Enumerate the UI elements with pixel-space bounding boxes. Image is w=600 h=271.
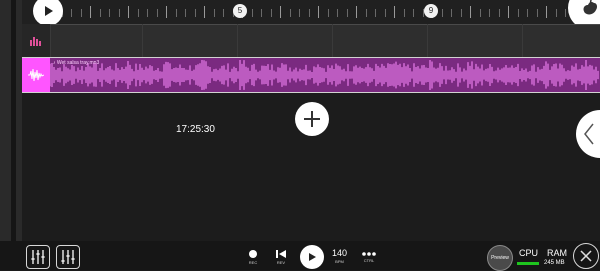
ruler-tick bbox=[365, 9, 367, 17]
ruler-tick bbox=[308, 9, 310, 17]
ruler-tick bbox=[118, 9, 120, 17]
track-row-1[interactable] bbox=[22, 24, 600, 57]
bpm-control[interactable]: 140 BPM bbox=[332, 248, 347, 264]
record-label: REC bbox=[248, 260, 258, 265]
ram-label: RAM bbox=[547, 248, 567, 258]
ruler-tick bbox=[460, 9, 462, 17]
track-grid-line bbox=[332, 24, 333, 57]
track-1-header[interactable] bbox=[22, 24, 51, 57]
ruler-tick bbox=[109, 9, 110, 17]
ruler-tick bbox=[213, 9, 215, 17]
ruler-tick bbox=[555, 9, 557, 17]
cpu-label: CPU bbox=[519, 248, 539, 258]
ruler-tick bbox=[270, 9, 272, 17]
close-icon bbox=[580, 250, 592, 262]
track-grid-line bbox=[142, 24, 143, 57]
plus-icon bbox=[304, 111, 320, 127]
ruler-tick bbox=[451, 9, 452, 17]
piano-icon bbox=[61, 250, 75, 264]
time-clock: 17:25:30 bbox=[176, 124, 215, 135]
ruler-tick bbox=[403, 9, 405, 17]
ruler-tick bbox=[137, 9, 139, 17]
dots-icon bbox=[362, 252, 376, 256]
fruit-logo-icon bbox=[583, 0, 598, 15]
mixer-icon bbox=[31, 250, 45, 264]
ruler-tick bbox=[375, 9, 376, 17]
play-icon bbox=[45, 6, 53, 16]
ruler-tick bbox=[384, 9, 386, 17]
track-row-audio[interactable]: ♪ Wet salsa tray.mp3 bbox=[22, 57, 600, 93]
ruler-tick bbox=[299, 9, 300, 17]
ruler-tick bbox=[394, 6, 395, 18]
ruler-tick bbox=[251, 9, 253, 17]
waveform-icon bbox=[28, 68, 44, 82]
close-button[interactable] bbox=[573, 243, 599, 269]
ruler-tick bbox=[536, 9, 538, 17]
cpu-meter-bar bbox=[517, 262, 539, 265]
ruler-tick bbox=[99, 9, 101, 17]
ruler-tick bbox=[546, 6, 547, 18]
ruler-tick bbox=[175, 9, 177, 17]
ruler-tick bbox=[90, 6, 91, 18]
bars-icon bbox=[30, 37, 41, 46]
left-edge-bar bbox=[11, 0, 16, 270]
ruler-tick bbox=[147, 9, 148, 17]
ruler-tick bbox=[479, 9, 481, 17]
side-panel-toggle[interactable] bbox=[576, 110, 600, 158]
ruler-tick bbox=[413, 9, 414, 17]
ruler-tick bbox=[223, 9, 224, 17]
ruler-tick bbox=[441, 9, 443, 17]
ruler-tick bbox=[318, 6, 319, 18]
record-dot-icon bbox=[249, 250, 257, 258]
ruler-tick bbox=[346, 9, 348, 17]
chevron-left-icon bbox=[584, 123, 594, 145]
timeline-ruler[interactable] bbox=[22, 0, 600, 24]
ruler-tick bbox=[71, 9, 72, 17]
track-grid-line bbox=[522, 24, 523, 57]
preview-button[interactable]: Preview bbox=[487, 245, 513, 271]
ruler-tick bbox=[128, 6, 129, 18]
ruler-tick bbox=[489, 9, 490, 17]
bpm-value: 140 bbox=[332, 248, 348, 258]
rewind-icon bbox=[276, 250, 286, 258]
bpm-label: BPM bbox=[335, 259, 344, 264]
ruler-tick bbox=[280, 6, 281, 18]
ram-value: 245 MB bbox=[544, 260, 565, 266]
ruler-tick bbox=[194, 9, 196, 17]
piano-roll-button[interactable] bbox=[56, 245, 80, 269]
ctrl-button[interactable]: CTRL bbox=[361, 251, 377, 263]
mixer-button[interactable] bbox=[26, 245, 50, 269]
ctrl-label: CTRL bbox=[363, 258, 375, 263]
ruler-tick bbox=[527, 9, 528, 17]
track-1-top-line bbox=[50, 24, 600, 25]
audio-waveform bbox=[50, 60, 599, 90]
track-grid-line bbox=[427, 24, 428, 57]
play-icon bbox=[309, 253, 316, 261]
ruler-tick bbox=[289, 9, 291, 17]
timeline-marker-2[interactable]: 9 bbox=[424, 4, 438, 18]
ruler-tick bbox=[356, 6, 357, 18]
rewind-button[interactable]: REV bbox=[276, 249, 286, 265]
timeline-marker-1[interactable]: 5 bbox=[233, 4, 247, 18]
ruler-tick bbox=[80, 9, 82, 17]
ruler-tick bbox=[204, 6, 205, 18]
ruler-tick bbox=[261, 9, 262, 17]
audio-track-header[interactable] bbox=[22, 58, 50, 92]
ruler-tick bbox=[185, 9, 186, 17]
ruler-tick bbox=[470, 6, 471, 18]
ruler-tick bbox=[517, 9, 519, 17]
add-track-button[interactable] bbox=[295, 102, 329, 136]
left-edge-panel bbox=[0, 0, 22, 270]
track-grid-line bbox=[237, 24, 238, 57]
ruler-tick bbox=[498, 9, 500, 17]
ruler-tick bbox=[166, 6, 167, 18]
ruler-tick bbox=[156, 9, 158, 17]
transport-play-button[interactable] bbox=[300, 245, 324, 269]
ruler-tick bbox=[337, 9, 338, 17]
ruler-tick bbox=[565, 9, 566, 17]
rewind-label: REV bbox=[276, 260, 286, 265]
ruler-tick bbox=[508, 6, 509, 18]
ruler-tick bbox=[327, 9, 329, 17]
record-button[interactable]: REC bbox=[248, 249, 258, 265]
